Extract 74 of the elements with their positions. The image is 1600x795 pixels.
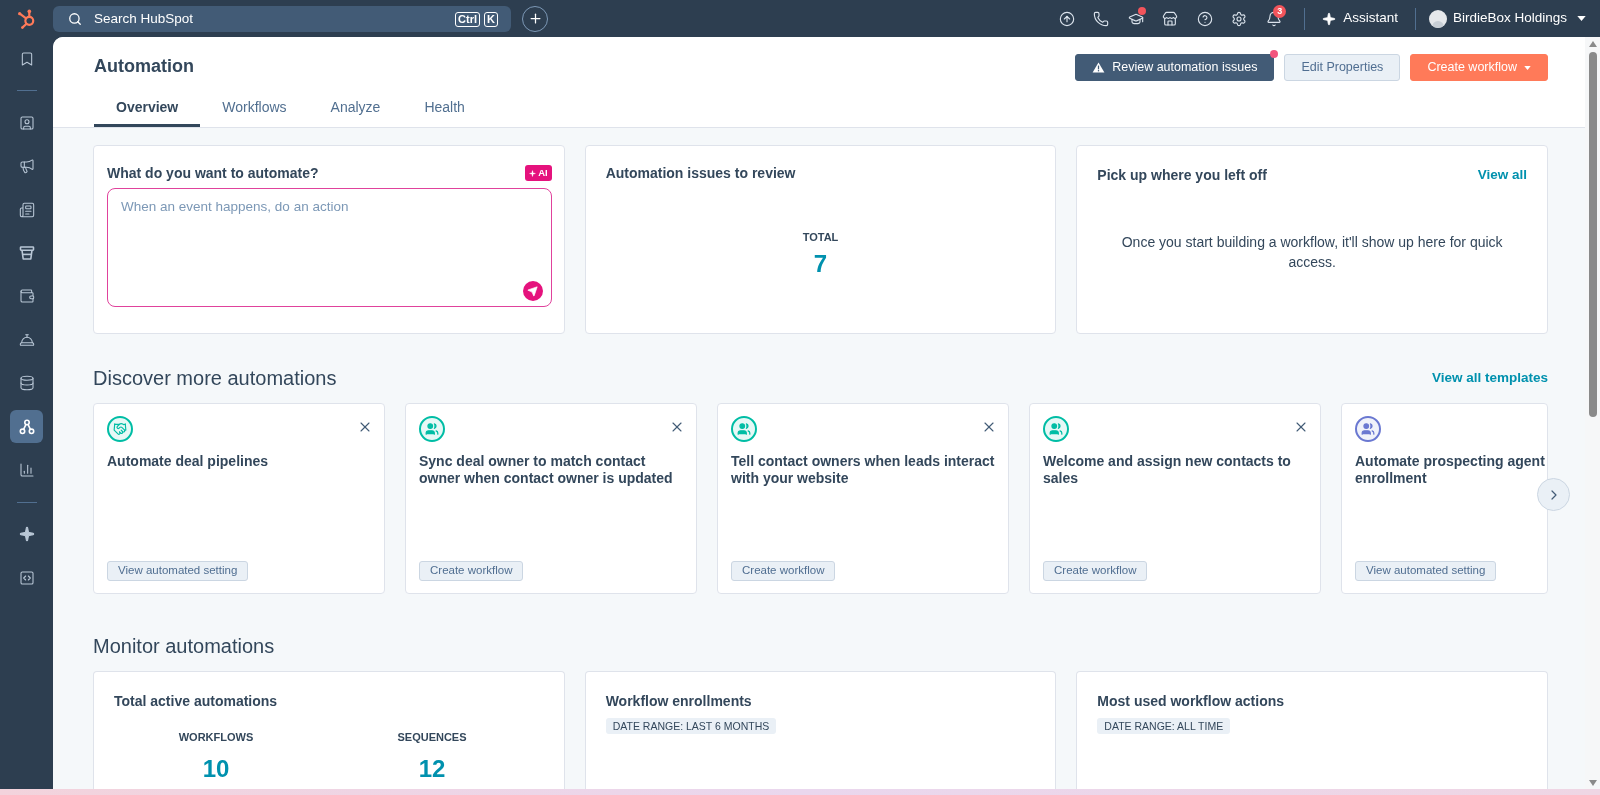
view-all-link[interactable]: View all: [1477, 165, 1527, 185]
stat-label: TOTAL: [802, 230, 839, 244]
card-title: Pick up where you left off: [1097, 166, 1267, 185]
view-all-templates-link[interactable]: View all templates: [1431, 367, 1548, 389]
page-title: Automation: [94, 55, 194, 78]
card-title: Most used workflow actions: [1097, 692, 1285, 711]
settings-icon: [1231, 10, 1248, 27]
scroll-up-icon[interactable]: [1588, 41, 1597, 47]
contact-card-icon: [18, 114, 35, 131]
card-title: Workflow enrollments: [605, 692, 752, 711]
header-button[interactable]: Create workflow: [1410, 54, 1548, 81]
template-action-button[interactable]: Create workflow: [419, 561, 524, 581]
newspaper-icon: [18, 201, 35, 218]
database-icon: [18, 375, 35, 392]
caret-icon: [1577, 16, 1586, 21]
phone-icon: [1093, 10, 1110, 27]
sparkle-icon: [529, 169, 537, 177]
stat-value: 10: [202, 754, 230, 784]
store-icon: [1162, 10, 1179, 27]
template-title: Sync deal owner to match contact owner when contact owner is updated: [419, 453, 673, 486]
ai-label: AI: [538, 166, 548, 180]
stat-label: SEQUENCES: [397, 730, 467, 744]
warning-icon: [1092, 62, 1106, 73]
help-icon: [1196, 10, 1213, 27]
stat-label: WORKFLOWS: [178, 730, 254, 744]
service-bell-icon: [18, 331, 35, 348]
bell-icon: [1265, 10, 1282, 27]
template-action-button[interactable]: View automated setting: [1355, 561, 1497, 581]
tab[interactable]: Health: [402, 91, 487, 127]
notification-count: 3: [1273, 4, 1287, 18]
nodes-icon: [18, 418, 35, 435]
card-title: Total active automations: [113, 692, 279, 711]
empty-state-text: Once you start building a workflow, it'll show up here for quick access.: [1120, 233, 1504, 272]
wallet-icon: [18, 288, 35, 305]
bar-chart-icon: [18, 462, 35, 478]
template-title: Tell contact owners when leads interact with your website: [731, 453, 995, 486]
megaphone-icon: [18, 158, 35, 175]
avatar-icon: [1428, 9, 1447, 28]
stat-value: 12: [418, 754, 446, 784]
sidebar-item[interactable]: [10, 410, 43, 444]
search-icon: [68, 11, 82, 26]
section-title: Monitor automations: [93, 634, 276, 659]
assistant-button[interactable]: Assistant: [1318, 4, 1402, 33]
bell-button[interactable]: 3: [1256, 3, 1292, 34]
plus-icon: [527, 11, 543, 26]
section-title: Discover more automations: [93, 366, 337, 391]
sparkle-icon: [18, 526, 35, 543]
send-icon: [527, 285, 539, 297]
template-title: Welcome and assign new contacts to sales: [1043, 453, 1291, 486]
date-range-tag: DATE RANGE: ALL TIME: [1097, 718, 1231, 734]
arrow-up-circle-icon: [1058, 10, 1075, 27]
tab[interactable]: Workflows: [200, 91, 309, 127]
header-button[interactable]: Review automation issues: [1075, 54, 1275, 81]
card-title: What do you want to automate?: [107, 163, 319, 183]
tab[interactable]: Analyze: [308, 91, 403, 127]
scrollbar-thumb[interactable]: [1588, 52, 1597, 417]
shortcut-key: K: [484, 11, 498, 27]
template-title: Automate prospecting agent enrollment: [1355, 453, 1545, 486]
account-menu[interactable]: BirdieBox Holdings: [1428, 4, 1586, 33]
header-button[interactable]: Edit Properties: [1284, 54, 1401, 81]
template-title: Automate deal pipelines: [107, 453, 269, 469]
card-title: Automation issues to review: [605, 164, 797, 183]
sparkle-icon: [1322, 11, 1337, 26]
date-range-tag: DATE RANGE: LAST 6 MONTHS: [605, 718, 777, 734]
tab[interactable]: Overview: [94, 91, 201, 127]
template-action-button[interactable]: Create workflow: [731, 561, 836, 581]
template-action-button[interactable]: Create workflow: [1043, 561, 1148, 581]
stat-value: 7: [813, 249, 828, 279]
bucket-icon: [18, 245, 35, 262]
code-icon: [18, 569, 35, 586]
template-action-button[interactable]: View automated setting: [107, 561, 249, 581]
shortcut-key: Ctrl: [455, 11, 481, 27]
prompt-field[interactable]: When an event happens, do an action: [107, 188, 552, 307]
scroll-down-icon[interactable]: [1588, 780, 1597, 786]
